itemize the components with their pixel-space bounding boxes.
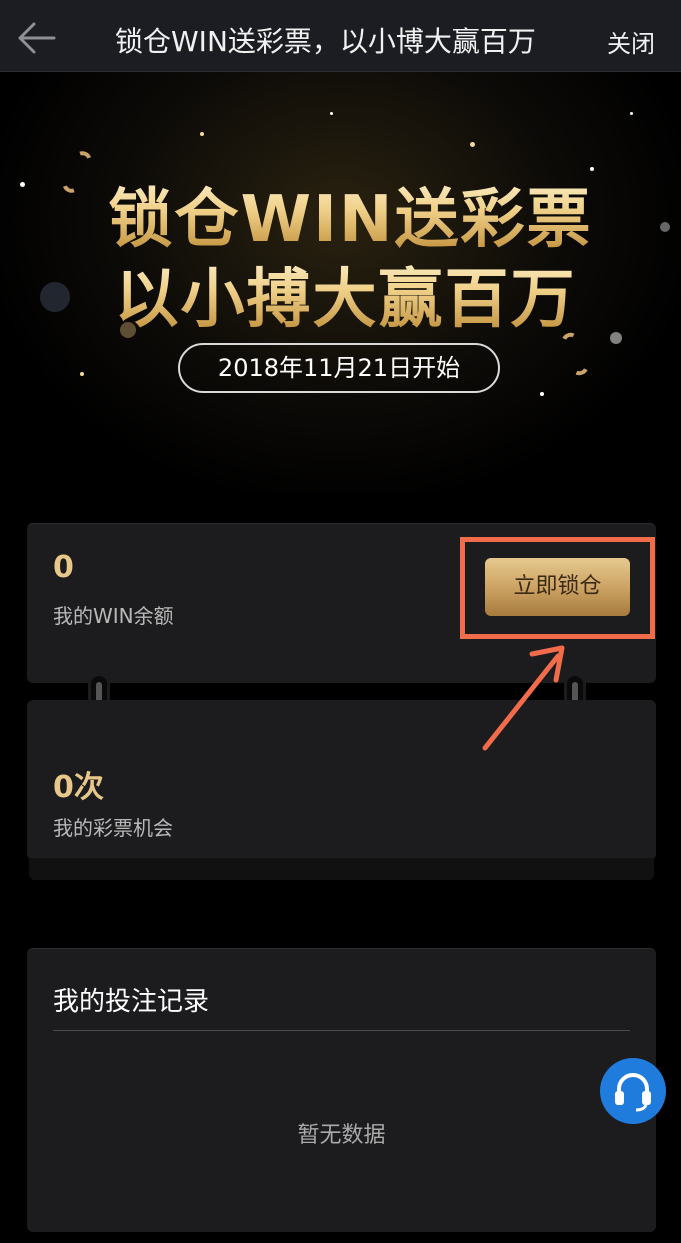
card-shadow	[29, 858, 654, 880]
win-balance-value: 0	[53, 550, 74, 585]
start-date-badge: 2018年11月21日开始	[178, 343, 500, 393]
back-arrow-icon[interactable]	[14, 18, 60, 58]
sparkle-dot	[80, 372, 84, 376]
empty-state-text: 暂无数据	[297, 1123, 386, 1148]
customer-service-button[interactable]	[600, 1058, 666, 1124]
headset-icon	[615, 1073, 651, 1112]
top-navbar: 锁仓WIN送彩票，以小博大赢百万 关闭	[0, 0, 681, 72]
hero-headline-2: 以小搏大赢百万	[0, 248, 681, 340]
sparkle-dot	[630, 112, 633, 115]
hero-banner: 锁仓WIN送彩票 以小搏大赢百万 2018年11月21日开始	[0, 72, 681, 492]
hero-headline-1: 锁仓WIN送彩票	[0, 168, 681, 260]
page-title: 锁仓WIN送彩票，以小博大赢百万	[115, 25, 536, 58]
win-balance-label: 我的WIN余额	[53, 604, 174, 628]
highlight-annotation	[460, 537, 655, 639]
bet-records-card: 我的投注记录 暂无数据	[27, 948, 656, 1232]
sparkle-dot	[330, 112, 333, 115]
lottery-chance-label: 我的彩票机会	[53, 816, 173, 840]
sparkle-dot	[540, 392, 544, 396]
records-title: 我的投注记录	[53, 987, 210, 1017]
divider	[53, 1030, 630, 1031]
sparkle-dot	[470, 142, 475, 147]
lottery-chance-value: 0次	[53, 770, 104, 805]
close-button[interactable]: 关闭	[607, 24, 655, 59]
sparkle-dot	[200, 132, 204, 136]
pointer-arrow-icon	[482, 645, 565, 751]
